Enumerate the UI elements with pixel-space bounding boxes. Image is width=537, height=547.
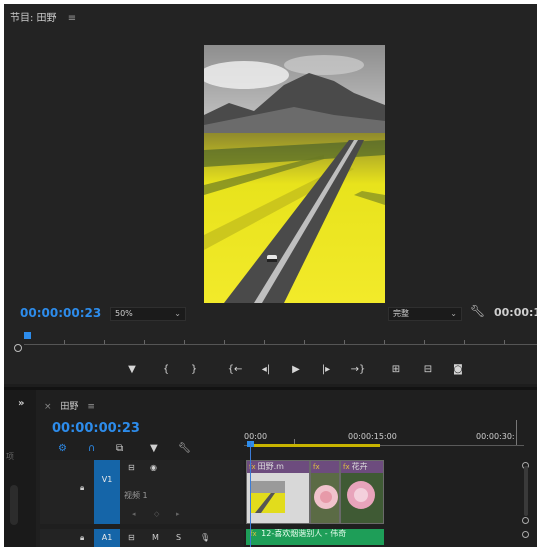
hamburger-icon[interactable]: ≡ <box>87 402 95 412</box>
monitor-playhead[interactable] <box>24 332 31 339</box>
preview-image <box>204 45 385 303</box>
video-clip-flower-1[interactable]: fx <box>310 460 340 524</box>
mark-in-icon[interactable]: { <box>158 362 174 378</box>
clip-label: fx <box>311 461 339 473</box>
monitor-title-text: 节目: 田野 <box>10 13 57 24</box>
ruler-label-30s: 00:00:30: <box>476 432 515 441</box>
audio-clip[interactable]: fx 12-喜欢烟谐别人 - 伟奇 <box>246 529 384 545</box>
video-clip-flower-2[interactable]: fx 花卉 <box>340 460 384 524</box>
timeline-timecode[interactable]: 00:00:00:23 <box>52 421 140 436</box>
wrench-icon[interactable]: 🔧︎ <box>178 442 191 456</box>
monitor-title[interactable]: 节目: 田野 ≡ <box>10 9 76 24</box>
side-label: 项 <box>6 452 14 461</box>
ruler-label-15s: 00:00:15:00 <box>348 432 397 441</box>
mute-button[interactable]: M <box>152 533 159 542</box>
linked-selection-icon[interactable]: ⧉ <box>116 442 123 456</box>
insert-icon[interactable]: ⊞ <box>388 362 404 378</box>
add-marker-icon[interactable]: ▼ <box>124 362 140 378</box>
playhead-timecode[interactable]: 00:00:00:23 <box>20 306 101 320</box>
play-icon[interactable]: ▶ <box>288 362 304 378</box>
playhead-line <box>250 442 251 547</box>
sequence-name: 田野 <box>60 402 79 412</box>
hamburger-icon[interactable]: ≡ <box>68 13 76 24</box>
track-name-v1: 视频 1 <box>124 491 148 500</box>
scroll-handle-bottom[interactable] <box>522 517 529 524</box>
clip-label: fx 花卉 <box>341 461 383 473</box>
clip-thumbnail <box>247 473 309 523</box>
go-to-out-icon[interactable]: →} <box>350 362 366 378</box>
clip-name: 花卉 <box>351 462 368 471</box>
overwrite-icon[interactable]: ⊟ <box>420 362 436 378</box>
next-keyframe-icon[interactable]: ▸ <box>176 510 180 518</box>
sync-lock-icon[interactable]: ⊟ <box>128 533 135 542</box>
sync-lock-icon[interactable]: ⊟ <box>128 463 135 472</box>
clip-name: 田野.m <box>257 462 284 471</box>
eye-icon[interactable]: ◉ <box>150 463 157 472</box>
microphone-icon[interactable]: 🎙︎ <box>200 533 210 542</box>
step-forward-icon[interactable]: |▸ <box>318 362 334 378</box>
vertical-scrollbar[interactable] <box>524 466 528 516</box>
track-header-a1 <box>40 529 244 547</box>
clip-label: fx 田野.m <box>247 461 309 473</box>
timeline-panel: » 项 × 田野 ≡ 00:00:00:23 ⚙︎ ∩ ⧉ ▼ 🔧︎ 00:00… <box>4 390 537 547</box>
audio-clip-name: 12-喜欢烟谐别人 - 伟奇 <box>261 529 347 538</box>
ruler-label-start: 00:00 <box>244 432 268 441</box>
side-scrollbar[interactable] <box>10 485 18 525</box>
snap-icon[interactable]: ∩ <box>88 442 95 456</box>
nest-icon[interactable]: ⚙︎ <box>58 442 67 456</box>
audio-scroll-handle[interactable] <box>522 531 529 538</box>
premiere-window: 节目: 田野 ≡ 00:00:00:23 50% ⌄ 完整 ⌄ 🔧︎ 00:00… <box>4 4 537 547</box>
export-frame-icon[interactable]: ◙ <box>450 362 466 378</box>
track-target-a1[interactable]: A1 <box>94 529 120 547</box>
sequence-tab[interactable]: × 田野 ≡ <box>44 399 95 412</box>
fx-badge: fx <box>343 463 350 471</box>
go-to-in-icon[interactable]: {← <box>227 362 243 378</box>
duration-timecode: 00:00:1 <box>494 306 537 319</box>
lock-icon[interactable]: 🔒︎ <box>80 483 84 493</box>
prev-keyframe-icon[interactable]: ◂ <box>132 510 136 518</box>
zoom-value: 50% <box>115 309 133 318</box>
clip-thumbnail <box>341 473 383 523</box>
expand-icon[interactable]: » <box>18 398 24 409</box>
video-clip-field[interactable]: fx 田野.m <box>246 460 310 524</box>
fx-badge: fx <box>313 463 320 471</box>
keyframe-icon[interactable]: ◇ <box>154 510 159 518</box>
chevron-down-icon: ⌄ <box>174 309 181 318</box>
lock-icon[interactable]: 🔒︎ <box>80 533 84 543</box>
video-preview <box>204 45 385 303</box>
step-back-icon[interactable]: ◂| <box>258 362 274 378</box>
zoom-handle[interactable] <box>14 344 22 352</box>
wrench-icon[interactable]: 🔧︎ <box>470 304 485 318</box>
clip-thumbnail <box>311 473 339 523</box>
quality-value: 完整 <box>393 309 409 318</box>
track-target-v1[interactable]: V1 <box>94 460 120 524</box>
add-marker-icon[interactable]: ▼ <box>150 442 158 456</box>
mark-out-icon[interactable]: } <box>186 362 202 378</box>
program-monitor: 节目: 田野 ≡ 00:00:00:23 50% ⌄ 完整 ⌄ 🔧︎ 00:00… <box>4 4 537 384</box>
timeline-side-panel <box>4 390 36 547</box>
monitor-ruler[interactable] <box>24 334 537 348</box>
chevron-down-icon: ⌄ <box>450 309 457 318</box>
zoom-select[interactable]: 50% ⌄ <box>110 307 186 321</box>
close-icon[interactable]: × <box>44 402 52 412</box>
solo-button[interactable]: S <box>176 533 181 542</box>
quality-select[interactable]: 完整 ⌄ <box>388 307 462 321</box>
